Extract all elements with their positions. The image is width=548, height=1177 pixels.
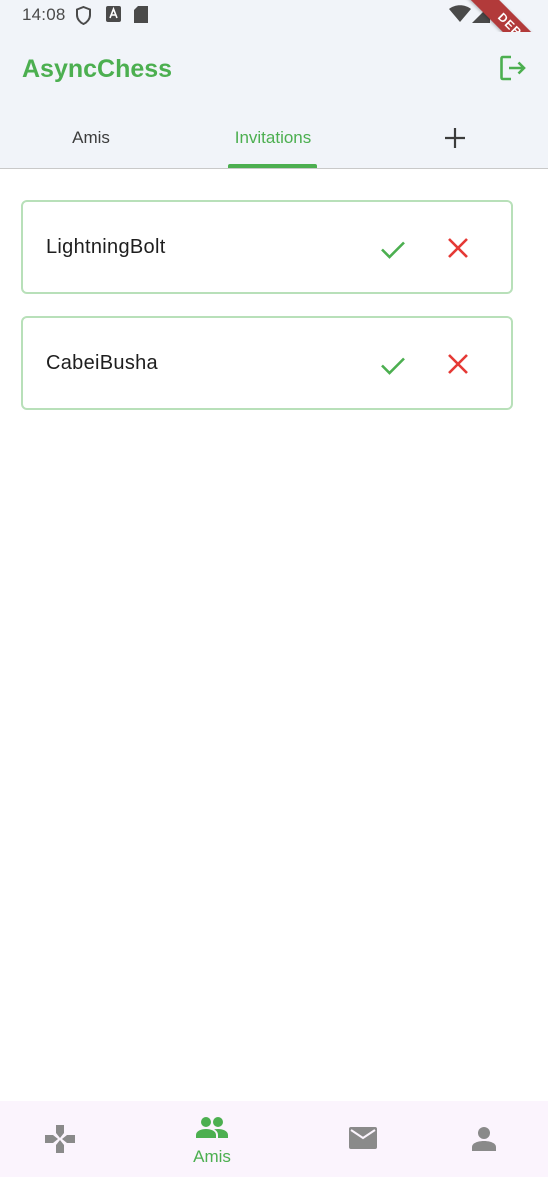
close-icon: [448, 354, 468, 374]
bottom-nav: Amis: [0, 1101, 548, 1177]
wifi-icon: [449, 5, 471, 28]
invitation-name: LightningBolt: [46, 236, 166, 258]
invitation-name: CabeiBusha: [46, 352, 158, 374]
invitation-card: LightningBolt: [21, 200, 513, 294]
nav-item-messages[interactable]: [303, 1101, 423, 1177]
person-icon: [472, 1127, 496, 1151]
check-icon: [381, 357, 405, 375]
tab-add[interactable]: [364, 108, 546, 168]
status-bar: 14:08: [0, 0, 548, 32]
a-icon: [106, 6, 121, 27]
logout-button[interactable]: [498, 53, 528, 83]
close-icon: [448, 238, 468, 258]
app-bar: AsyncChess: [0, 32, 548, 108]
tab-label: Amis: [72, 128, 110, 147]
mail-icon: [349, 1127, 377, 1149]
invitation-list: LightningBolt CabeiBusha: [21, 200, 513, 432]
app-title: AsyncChess: [22, 55, 173, 83]
status-time: 14:08: [22, 5, 66, 24]
invitation-card: CabeiBusha: [21, 316, 513, 410]
accept-button[interactable]: [379, 235, 407, 263]
tab-label: Invitations: [234, 128, 312, 147]
plus-icon: [445, 128, 465, 148]
nav-item-games[interactable]: [0, 1101, 120, 1177]
tab-amis[interactable]: Amis: [0, 108, 182, 168]
decline-button[interactable]: [445, 351, 471, 377]
tab-invitations[interactable]: Invitations: [182, 108, 364, 168]
tab-indicator: [228, 164, 317, 168]
check-icon: [381, 241, 405, 259]
shield-icon: [75, 5, 92, 30]
nav-label: Amis: [193, 1147, 231, 1166]
sd-card-icon: [134, 6, 148, 28]
accept-button[interactable]: [379, 351, 407, 379]
decline-button[interactable]: [445, 235, 471, 261]
nav-item-profile[interactable]: [424, 1101, 544, 1177]
nav-item-amis[interactable]: Amis: [152, 1101, 272, 1177]
tab-bar: Amis Invitations: [0, 108, 548, 169]
logout-icon: [500, 55, 526, 81]
people-icon: [196, 1117, 228, 1138]
gamepad-icon: [45, 1125, 75, 1153]
